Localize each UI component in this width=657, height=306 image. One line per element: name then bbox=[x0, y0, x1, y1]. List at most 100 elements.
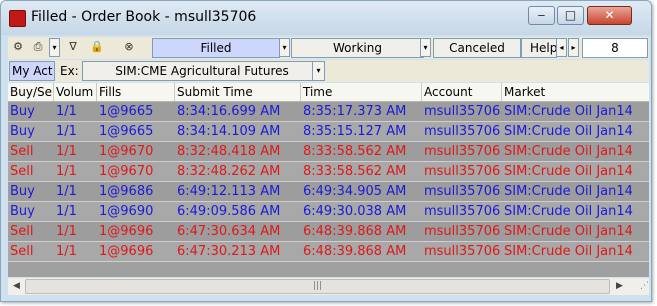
table-row[interactable]: Sell 1/1 1@9670 8:32:48.262 AM 8:33:58.562 A… bbox=[8, 162, 649, 182]
cell-fills: 1@9696 bbox=[99, 224, 154, 239]
col-volume[interactable]: Volum bbox=[54, 83, 97, 101]
cell-volume: 1/1 bbox=[56, 104, 77, 119]
scroll-right-icon[interactable]: ▸ bbox=[568, 38, 579, 57]
cell-market: SIM:Crude Oil Jan14 bbox=[504, 124, 633, 139]
order-count: 8 bbox=[582, 38, 648, 58]
cell-volume: 1/1 bbox=[56, 244, 77, 259]
cancel-icon[interactable]: ⊗ bbox=[120, 39, 138, 56]
table-header: Buy/Se Volum Fills Submit Time Time Acco… bbox=[8, 83, 649, 102]
resize-grip-icon[interactable]: ⋰ bbox=[636, 278, 649, 295]
toolbar: ⚙ ⎙ ▾ ∇ 🔒 ⊗ Filled ▾ Working ▾ Canceled … bbox=[8, 37, 649, 59]
cell-account: msull35706 bbox=[424, 184, 501, 199]
col-fills[interactable]: Fills bbox=[97, 83, 175, 101]
cell-submit-time: 8:34:16.699 AM bbox=[177, 104, 281, 119]
cell-time: 8:33:58.562 AM bbox=[303, 164, 407, 179]
cell-submit-time: 8:32:48.262 AM bbox=[177, 164, 281, 179]
lock-icon[interactable]: 🔒 bbox=[88, 39, 106, 56]
cell-market: SIM:Crude Oil Jan14 bbox=[504, 184, 633, 199]
cell-volume: 1/1 bbox=[56, 204, 77, 219]
horizontal-scrollbar[interactable]: ◀ ||| ▶ ⋰ bbox=[8, 278, 649, 295]
cell-time: 8:33:58.562 AM bbox=[303, 144, 407, 159]
minimize-button[interactable]: ‒ bbox=[528, 6, 555, 25]
cell-fills: 1@9686 bbox=[99, 184, 154, 199]
col-buy-sell[interactable]: Buy/Se bbox=[8, 83, 54, 101]
cell-fills: 1@9670 bbox=[99, 164, 154, 179]
print-icon[interactable]: ⎙ bbox=[29, 39, 47, 56]
cell-volume: 1/1 bbox=[56, 164, 77, 179]
cell-fills: 1@9690 bbox=[99, 204, 154, 219]
close-button[interactable]: ✕ bbox=[587, 6, 632, 25]
tab-canceled[interactable]: Canceled bbox=[433, 38, 521, 58]
scroll-right-arrow-icon[interactable]: ▶ bbox=[611, 278, 628, 295]
app-icon bbox=[9, 10, 26, 27]
window-title: Filled - Order Book - msull35706 bbox=[31, 9, 257, 25]
cell-side: Buy bbox=[10, 124, 35, 139]
cell-fills: 1@9665 bbox=[99, 124, 154, 139]
cell-volume: 1/1 bbox=[56, 184, 77, 199]
cell-submit-time: 8:32:48.418 AM bbox=[177, 144, 281, 159]
col-time[interactable]: Time bbox=[301, 83, 422, 101]
tab-working[interactable]: Working bbox=[291, 38, 424, 58]
scroll-left-icon[interactable]: ◂ bbox=[556, 38, 567, 57]
cell-market: SIM:Crude Oil Jan14 bbox=[504, 204, 633, 219]
cell-market: SIM:Crude Oil Jan14 bbox=[504, 244, 633, 259]
cell-side: Buy bbox=[10, 104, 35, 119]
cell-account: msull35706 bbox=[424, 224, 501, 239]
scrollbar-thumb[interactable]: ||| bbox=[25, 279, 610, 294]
cell-side: Buy bbox=[10, 184, 35, 199]
cell-time: 8:35:17.373 AM bbox=[303, 104, 407, 119]
cell-account: msull35706 bbox=[424, 244, 501, 259]
cell-fills: 1@9665 bbox=[99, 104, 154, 119]
cell-submit-time: 6:47:30.213 AM bbox=[177, 244, 281, 259]
table-row[interactable]: Sell 1/1 1@9670 8:32:48.418 AM 8:33:58.562 A… bbox=[8, 142, 649, 162]
cell-account: msull35706 bbox=[424, 204, 501, 219]
cell-side: Sell bbox=[10, 144, 34, 159]
cell-volume: 1/1 bbox=[56, 224, 77, 239]
table-row[interactable]: Buy 1/1 1@9665 8:34:14.109 AM 8:35:15.127 AM… bbox=[8, 122, 649, 142]
cell-market: SIM:Crude Oil Jan14 bbox=[504, 224, 633, 239]
col-account[interactable]: Account bbox=[422, 83, 502, 101]
cell-side: Sell bbox=[10, 164, 34, 179]
cell-time: 6:48:39.868 AM bbox=[303, 244, 407, 259]
exchange-select[interactable]: SIM:CME Agricultural Futures bbox=[82, 61, 322, 81]
print-dropdown[interactable]: ▾ bbox=[49, 38, 60, 57]
title-bar: Filled - Order Book - msull35706 ‒ □ ✕ bbox=[1, 1, 651, 35]
cell-side: Sell bbox=[10, 224, 34, 239]
cell-time: 6:49:34.905 AM bbox=[303, 184, 407, 199]
cell-submit-time: 6:47:30.634 AM bbox=[177, 224, 281, 239]
cell-time: 6:49:30.038 AM bbox=[303, 204, 407, 219]
cell-side: Sell bbox=[10, 244, 34, 259]
cell-account: msull35706 bbox=[424, 124, 501, 139]
working-dropdown[interactable]: ▾ bbox=[420, 38, 431, 57]
settings-icon[interactable]: ⚙ bbox=[9, 39, 27, 56]
exchange-dropdown-icon[interactable]: ▾ bbox=[312, 61, 325, 81]
orders-table: Buy/Se Volum Fills Submit Time Time Acco… bbox=[8, 83, 649, 277]
cell-account: msull35706 bbox=[424, 164, 501, 179]
tab-help[interactable]: Help bbox=[521, 38, 557, 58]
cell-account: msull35706 bbox=[424, 104, 501, 119]
scroll-left-arrow-icon[interactable]: ◀ bbox=[8, 278, 25, 295]
filter-icon[interactable]: ∇ bbox=[64, 39, 82, 56]
cell-time: 6:48:39.868 AM bbox=[303, 224, 407, 239]
cell-account: msull35706 bbox=[424, 144, 501, 159]
col-submit-time[interactable]: Submit Time bbox=[175, 83, 301, 101]
table-row[interactable]: Sell 1/1 1@9696 6:47:30.213 AM 6:48:39.868 A… bbox=[8, 242, 649, 262]
cell-fills: 1@9696 bbox=[99, 244, 154, 259]
cell-side: Buy bbox=[10, 204, 35, 219]
filled-dropdown[interactable]: ▾ bbox=[279, 38, 290, 57]
col-market[interactable]: Market bbox=[502, 83, 649, 101]
my-account-button[interactable]: My Act bbox=[9, 61, 55, 81]
table-row[interactable]: Sell 1/1 1@9696 6:47:30.634 AM 6:48:39.868 A… bbox=[8, 222, 649, 242]
tab-filled[interactable]: Filled bbox=[152, 38, 280, 58]
account-bar: My Act Ex: SIM:CME Agricultural Futures … bbox=[8, 60, 649, 82]
table-row[interactable]: Buy 1/1 1@9665 8:34:16.699 AM 8:35:17.373 AM… bbox=[8, 102, 649, 122]
cell-volume: 1/1 bbox=[56, 124, 77, 139]
cell-market: SIM:Crude Oil Jan14 bbox=[504, 164, 633, 179]
exchange-label: Ex: bbox=[60, 64, 79, 78]
maximize-button[interactable]: □ bbox=[557, 6, 584, 25]
cell-submit-time: 8:34:14.109 AM bbox=[177, 124, 281, 139]
table-row[interactable]: Buy 1/1 1@9686 6:49:12.113 AM 6:49:34.905 AM… bbox=[8, 182, 649, 202]
order-book-window: Filled - Order Book - msull35706 ‒ □ ✕ ⚙… bbox=[0, 0, 652, 302]
table-row[interactable]: Buy 1/1 1@9690 6:49:09.586 AM 6:49:30.038 AM… bbox=[8, 202, 649, 222]
cell-market: SIM:Crude Oil Jan14 bbox=[504, 104, 633, 119]
